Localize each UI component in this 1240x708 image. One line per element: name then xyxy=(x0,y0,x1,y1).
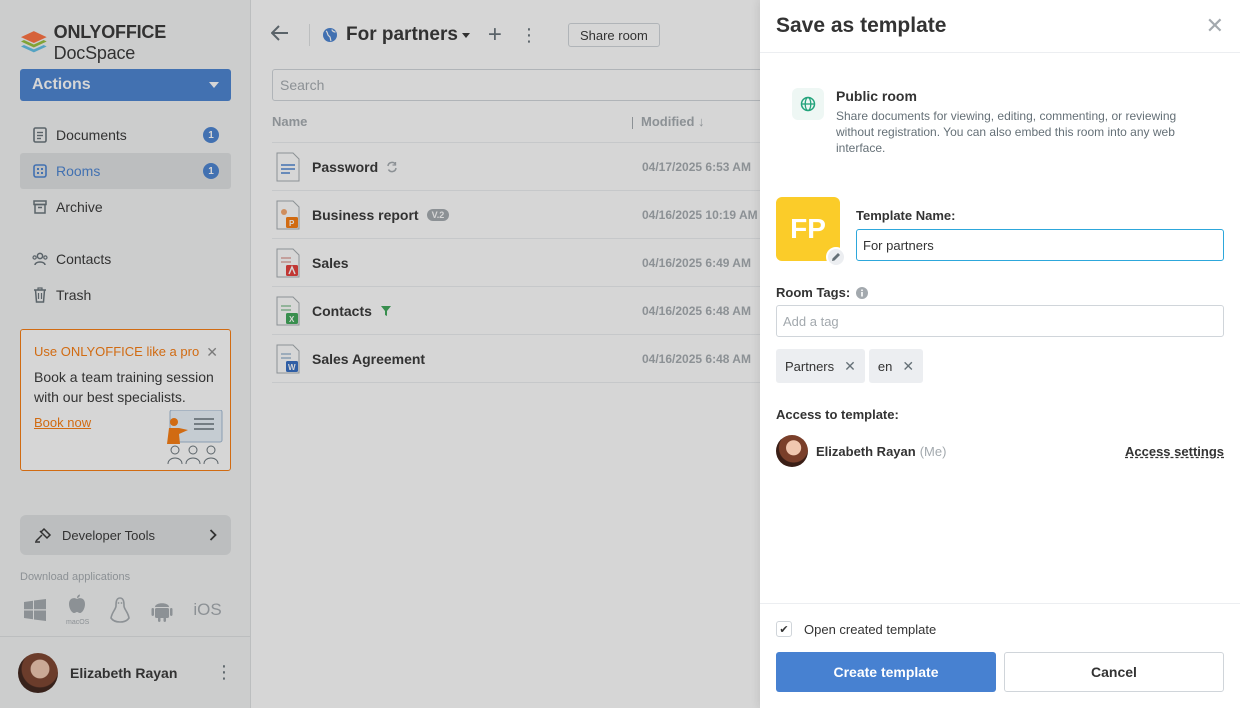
globe-icon xyxy=(792,88,824,120)
access-user-name: Elizabeth Rayan xyxy=(816,443,916,459)
checkmark-icon[interactable]: ✔ xyxy=(776,621,792,637)
close-icon[interactable]: ✕ xyxy=(902,358,914,375)
save-as-template-panel: Save as template ✕ Public room Share doc… xyxy=(760,0,1240,708)
room-type-description: Share documents for viewing, editing, co… xyxy=(836,109,1177,155)
room-type-title: Public room xyxy=(836,88,917,104)
close-icon[interactable]: ✕ xyxy=(1206,13,1224,39)
info-icon[interactable] xyxy=(856,286,869,299)
create-template-button[interactable]: Create template xyxy=(776,652,996,692)
avatar xyxy=(776,435,808,467)
template-name-label: Template Name: xyxy=(856,208,956,223)
open-created-template-checkbox[interactable]: ✔ Open created template xyxy=(776,621,936,637)
access-user-row: Elizabeth Rayan (Me) Access settings xyxy=(776,435,1224,467)
tag-label: en xyxy=(877,358,893,374)
access-label: Access to template: xyxy=(776,407,899,422)
me-label: (Me) xyxy=(919,443,947,459)
panel-title: Save as template xyxy=(776,14,947,37)
tag-chip[interactable]: en ✕ xyxy=(868,349,924,383)
panel-header: Save as template ✕ xyxy=(760,0,1240,53)
room-tags-text: Room Tags: xyxy=(776,285,851,300)
pencil-icon[interactable] xyxy=(826,247,846,267)
tag-label: Partners xyxy=(785,358,835,374)
tag-list: Partners ✕ en ✕ xyxy=(776,349,924,383)
tag-input[interactable] xyxy=(776,305,1224,337)
room-tags-label: Room Tags: xyxy=(776,285,869,300)
access-settings-link[interactable]: Access settings xyxy=(1125,444,1224,459)
template-name-input[interactable] xyxy=(856,229,1224,261)
room-type-card: Public room Share documents for viewing,… xyxy=(776,76,1224,172)
room-logo-initials: FP xyxy=(790,213,826,244)
close-icon[interactable]: ✕ xyxy=(844,358,856,375)
panel-footer: ✔ Open created template Create template … xyxy=(760,603,1240,708)
tag-chip[interactable]: Partners ✕ xyxy=(776,349,865,383)
cancel-button[interactable]: Cancel xyxy=(1004,652,1224,692)
checkbox-label: Open created template xyxy=(804,621,937,637)
